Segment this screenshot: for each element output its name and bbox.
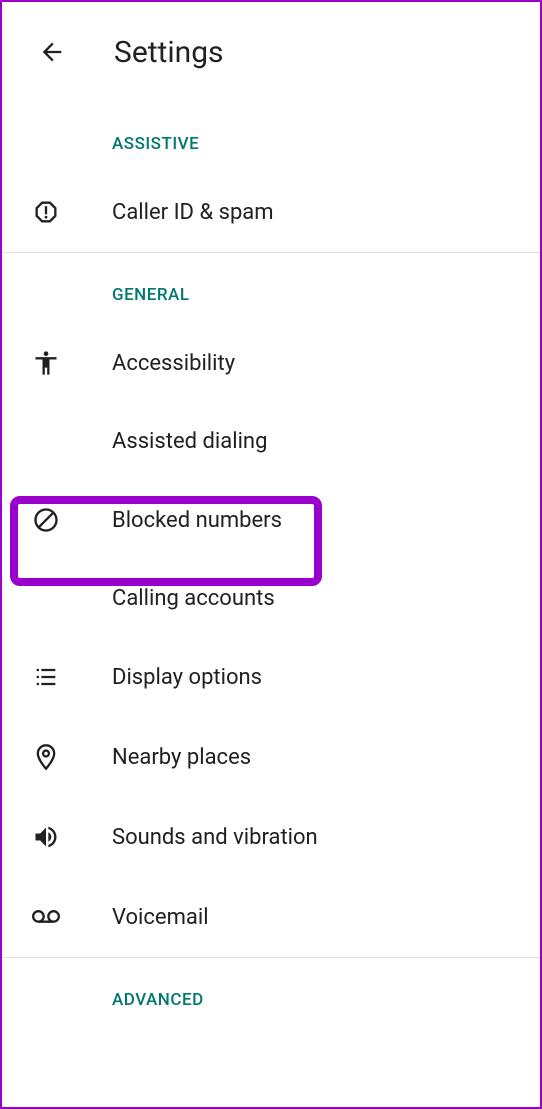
item-display-options[interactable]: Display options bbox=[2, 637, 540, 717]
block-icon bbox=[32, 506, 60, 534]
back-button[interactable] bbox=[32, 32, 72, 72]
section-header-general: GENERAL bbox=[2, 253, 540, 323]
location-icon bbox=[32, 743, 60, 771]
item-caller-id-spam[interactable]: Caller ID & spam bbox=[2, 172, 540, 252]
section-header-assistive: ASSISTIVE bbox=[2, 102, 540, 172]
voicemail-icon bbox=[32, 903, 60, 931]
item-label: Nearby places bbox=[112, 745, 251, 770]
item-nearby-places[interactable]: Nearby places bbox=[2, 717, 540, 797]
item-label: Assisted dialing bbox=[112, 429, 267, 454]
section-header-advanced: ADVANCED bbox=[2, 958, 540, 1028]
item-label: Blocked numbers bbox=[112, 508, 282, 533]
item-label: Caller ID & spam bbox=[112, 200, 274, 225]
item-label: Calling accounts bbox=[112, 586, 275, 611]
volume-icon bbox=[32, 823, 60, 851]
page-title: Settings bbox=[114, 35, 224, 70]
item-blocked-numbers[interactable]: Blocked numbers bbox=[2, 480, 540, 560]
item-sounds-vibration[interactable]: Sounds and vibration bbox=[2, 797, 540, 877]
arrow-back-icon bbox=[38, 38, 66, 66]
item-accessibility[interactable]: Accessibility bbox=[2, 323, 540, 403]
item-label: Voicemail bbox=[112, 905, 209, 930]
item-label: Accessibility bbox=[112, 351, 235, 376]
item-label: Display options bbox=[112, 665, 262, 690]
item-calling-accounts[interactable]: Calling accounts bbox=[2, 560, 540, 637]
item-assisted-dialing[interactable]: Assisted dialing bbox=[2, 403, 540, 480]
spam-icon bbox=[32, 198, 60, 226]
item-voicemail[interactable]: Voicemail bbox=[2, 877, 540, 957]
list-icon bbox=[32, 663, 60, 691]
item-label: Sounds and vibration bbox=[112, 825, 318, 850]
accessibility-icon bbox=[32, 349, 60, 377]
header-bar: Settings bbox=[2, 2, 540, 102]
